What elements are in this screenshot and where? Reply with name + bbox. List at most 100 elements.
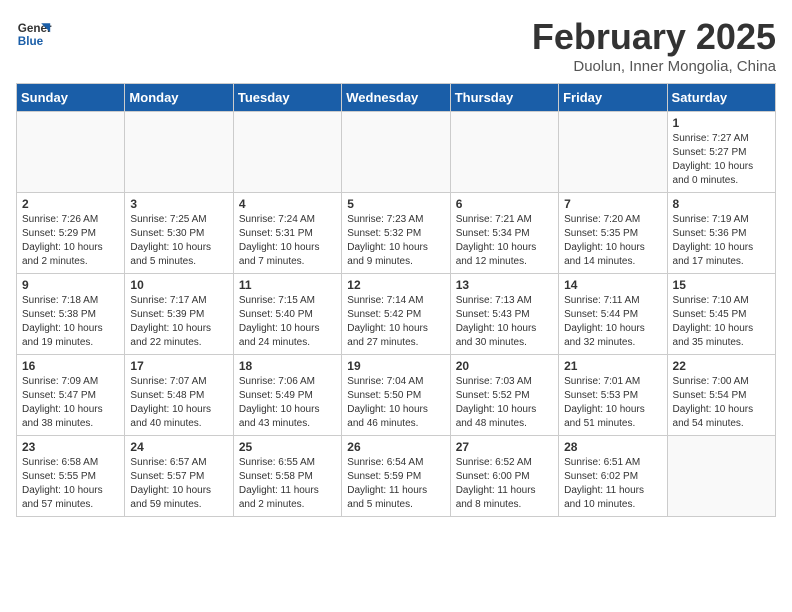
calendar-day-cell: 14 Sunrise: 7:11 AM Sunset: 5:44 PM Dayli… [559,274,667,355]
day-info: Sunrise: 6:57 AM Sunset: 5:57 PM Dayligh… [130,456,227,512]
calendar-day-cell: 15Sunrise: 7:10 AM Sunset: 5:45 PM Dayli… [667,274,775,355]
calendar-day-cell: 21Sunrise: 7:01 AM Sunset: 5:53 PM Dayli… [559,355,667,436]
day-info: Sunrise: 6:55 AM Sunset: 5:58 PM Dayligh… [239,456,336,512]
calendar-table: SundayMondayTuesdayWednesdayThursdayFrid… [16,83,776,517]
day-info: Sunrise: 7:18 AM Sunset: 5:38 PM Dayligh… [22,294,119,350]
day-number: 6 [456,197,553,211]
day-number: 24 [130,440,227,454]
day-info: Sunrise: 7:25 AM Sunset: 5:30 PM Dayligh… [130,213,227,269]
calendar-week-row: 2 Sunrise: 7:26 AM Sunset: 5:29 PM Daylig… [17,193,776,274]
calendar-day-cell: 5 Sunrise: 7:23 AM Sunset: 5:32 PM Daylig… [342,193,450,274]
day-number: 22 [673,359,770,373]
day-info: Sunrise: 7:21 AM Sunset: 5:34 PM Dayligh… [456,213,553,269]
day-number: 26 [347,440,444,454]
day-info: Sunrise: 7:17 AM Sunset: 5:39 PM Dayligh… [130,294,227,350]
day-info: Sunrise: 7:00 AM Sunset: 5:54 PM Dayligh… [673,375,770,431]
day-info: Sunrise: 7:19 AM Sunset: 5:36 PM Dayligh… [673,213,770,269]
month-title: February 2025 [532,16,776,58]
calendar-day-cell: 27 Sunrise: 6:52 AM Sunset: 6:00 PM Dayli… [450,436,558,517]
weekday-header: Saturday [667,84,775,112]
day-info: Sunrise: 6:52 AM Sunset: 6:00 PM Dayligh… [456,456,553,512]
weekday-header: Wednesday [342,84,450,112]
day-info: Sunrise: 7:07 AM Sunset: 5:48 PM Dayligh… [130,375,227,431]
title-block: February 2025 Duolun, Inner Mongolia, Ch… [532,16,776,75]
day-number: 11 [239,278,336,292]
calendar-day-cell: 6 Sunrise: 7:21 AM Sunset: 5:34 PM Daylig… [450,193,558,274]
location: Duolun, Inner Mongolia, China [532,58,776,75]
calendar-day-cell: 26 Sunrise: 6:54 AM Sunset: 5:59 PM Dayli… [342,436,450,517]
calendar-day-cell: 22 Sunrise: 7:00 AM Sunset: 5:54 PM Dayli… [667,355,775,436]
day-number: 1 [673,116,770,130]
calendar-week-row: 23Sunrise: 6:58 AM Sunset: 5:55 PM Dayli… [17,436,776,517]
weekday-header: Friday [559,84,667,112]
day-number: 3 [130,197,227,211]
calendar-day-cell: 28 Sunrise: 6:51 AM Sunset: 6:02 PM Dayli… [559,436,667,517]
day-info: Sunrise: 7:09 AM Sunset: 5:47 PM Dayligh… [22,375,119,431]
day-info: Sunrise: 6:54 AM Sunset: 5:59 PM Dayligh… [347,456,444,512]
day-info: Sunrise: 7:15 AM Sunset: 5:40 PM Dayligh… [239,294,336,350]
day-info: Sunrise: 7:03 AM Sunset: 5:52 PM Dayligh… [456,375,553,431]
weekday-header: Sunday [17,84,125,112]
logo: General Blue [16,16,56,52]
day-number: 19 [347,359,444,373]
calendar-day-cell: 10 Sunrise: 7:17 AM Sunset: 5:39 PM Dayli… [125,274,233,355]
day-number: 28 [564,440,661,454]
day-info: Sunrise: 7:24 AM Sunset: 5:31 PM Dayligh… [239,213,336,269]
day-number: 18 [239,359,336,373]
day-number: 12 [347,278,444,292]
day-info: Sunrise: 7:06 AM Sunset: 5:49 PM Dayligh… [239,375,336,431]
day-info: Sunrise: 7:01 AM Sunset: 5:53 PM Dayligh… [564,375,661,431]
calendar-week-row: 9 Sunrise: 7:18 AM Sunset: 5:38 PM Daylig… [17,274,776,355]
calendar-day-cell [559,112,667,193]
day-info: Sunrise: 7:04 AM Sunset: 5:50 PM Dayligh… [347,375,444,431]
day-number: 16 [22,359,119,373]
day-number: 20 [456,359,553,373]
weekday-header: Thursday [450,84,558,112]
calendar-day-cell: 4 Sunrise: 7:24 AM Sunset: 5:31 PM Daylig… [233,193,341,274]
calendar-day-cell: 18 Sunrise: 7:06 AM Sunset: 5:49 PM Dayli… [233,355,341,436]
calendar-day-cell: 13 Sunrise: 7:13 AM Sunset: 5:43 PM Dayli… [450,274,558,355]
day-info: Sunrise: 7:23 AM Sunset: 5:32 PM Dayligh… [347,213,444,269]
day-number: 14 [564,278,661,292]
calendar-day-cell: 3 Sunrise: 7:25 AM Sunset: 5:30 PM Daylig… [125,193,233,274]
day-number: 25 [239,440,336,454]
day-number: 17 [130,359,227,373]
calendar-day-cell: 9 Sunrise: 7:18 AM Sunset: 5:38 PM Daylig… [17,274,125,355]
day-info: Sunrise: 7:27 AM Sunset: 5:27 PM Dayligh… [673,132,770,188]
day-number: 8 [673,197,770,211]
day-number: 9 [22,278,119,292]
calendar-day-cell: 16 Sunrise: 7:09 AM Sunset: 5:47 PM Dayli… [17,355,125,436]
day-number: 4 [239,197,336,211]
day-number: 27 [456,440,553,454]
calendar-day-cell: 19 Sunrise: 7:04 AM Sunset: 5:50 PM Dayli… [342,355,450,436]
day-info: Sunrise: 7:20 AM Sunset: 5:35 PM Dayligh… [564,213,661,269]
calendar-day-cell: 12 Sunrise: 7:14 AM Sunset: 5:42 PM Dayli… [342,274,450,355]
day-info: Sunrise: 6:51 AM Sunset: 6:02 PM Dayligh… [564,456,661,512]
page-header: General Blue February 2025 Duolun, Inner… [16,16,776,75]
day-number: 10 [130,278,227,292]
weekday-header: Tuesday [233,84,341,112]
day-number: 7 [564,197,661,211]
calendar-day-cell [450,112,558,193]
calendar-day-cell: 1 Sunrise: 7:27 AM Sunset: 5:27 PM Daylig… [667,112,775,193]
calendar-day-cell: 25 Sunrise: 6:55 AM Sunset: 5:58 PM Dayli… [233,436,341,517]
day-number: 2 [22,197,119,211]
calendar-day-cell: 2 Sunrise: 7:26 AM Sunset: 5:29 PM Daylig… [17,193,125,274]
calendar-day-cell [342,112,450,193]
calendar-day-cell [233,112,341,193]
calendar-day-cell [125,112,233,193]
day-info: Sunrise: 7:11 AM Sunset: 5:44 PM Dayligh… [564,294,661,350]
day-info: Sunrise: 7:26 AM Sunset: 5:29 PM Dayligh… [22,213,119,269]
day-number: 13 [456,278,553,292]
weekday-header-row: SundayMondayTuesdayWednesdayThursdayFrid… [17,84,776,112]
day-info: Sunrise: 7:14 AM Sunset: 5:42 PM Dayligh… [347,294,444,350]
calendar-day-cell: 20 Sunrise: 7:03 AM Sunset: 5:52 PM Dayli… [450,355,558,436]
day-info: Sunrise: 7:10 AM Sunset: 5:45 PM Dayligh… [673,294,770,350]
calendar-day-cell [667,436,775,517]
svg-text:Blue: Blue [18,35,44,48]
calendar-day-cell: 23Sunrise: 6:58 AM Sunset: 5:55 PM Dayli… [17,436,125,517]
calendar-day-cell: 17 Sunrise: 7:07 AM Sunset: 5:48 PM Dayli… [125,355,233,436]
calendar-week-row: 16 Sunrise: 7:09 AM Sunset: 5:47 PM Dayli… [17,355,776,436]
day-info: Sunrise: 7:13 AM Sunset: 5:43 PM Dayligh… [456,294,553,350]
day-number: 5 [347,197,444,211]
